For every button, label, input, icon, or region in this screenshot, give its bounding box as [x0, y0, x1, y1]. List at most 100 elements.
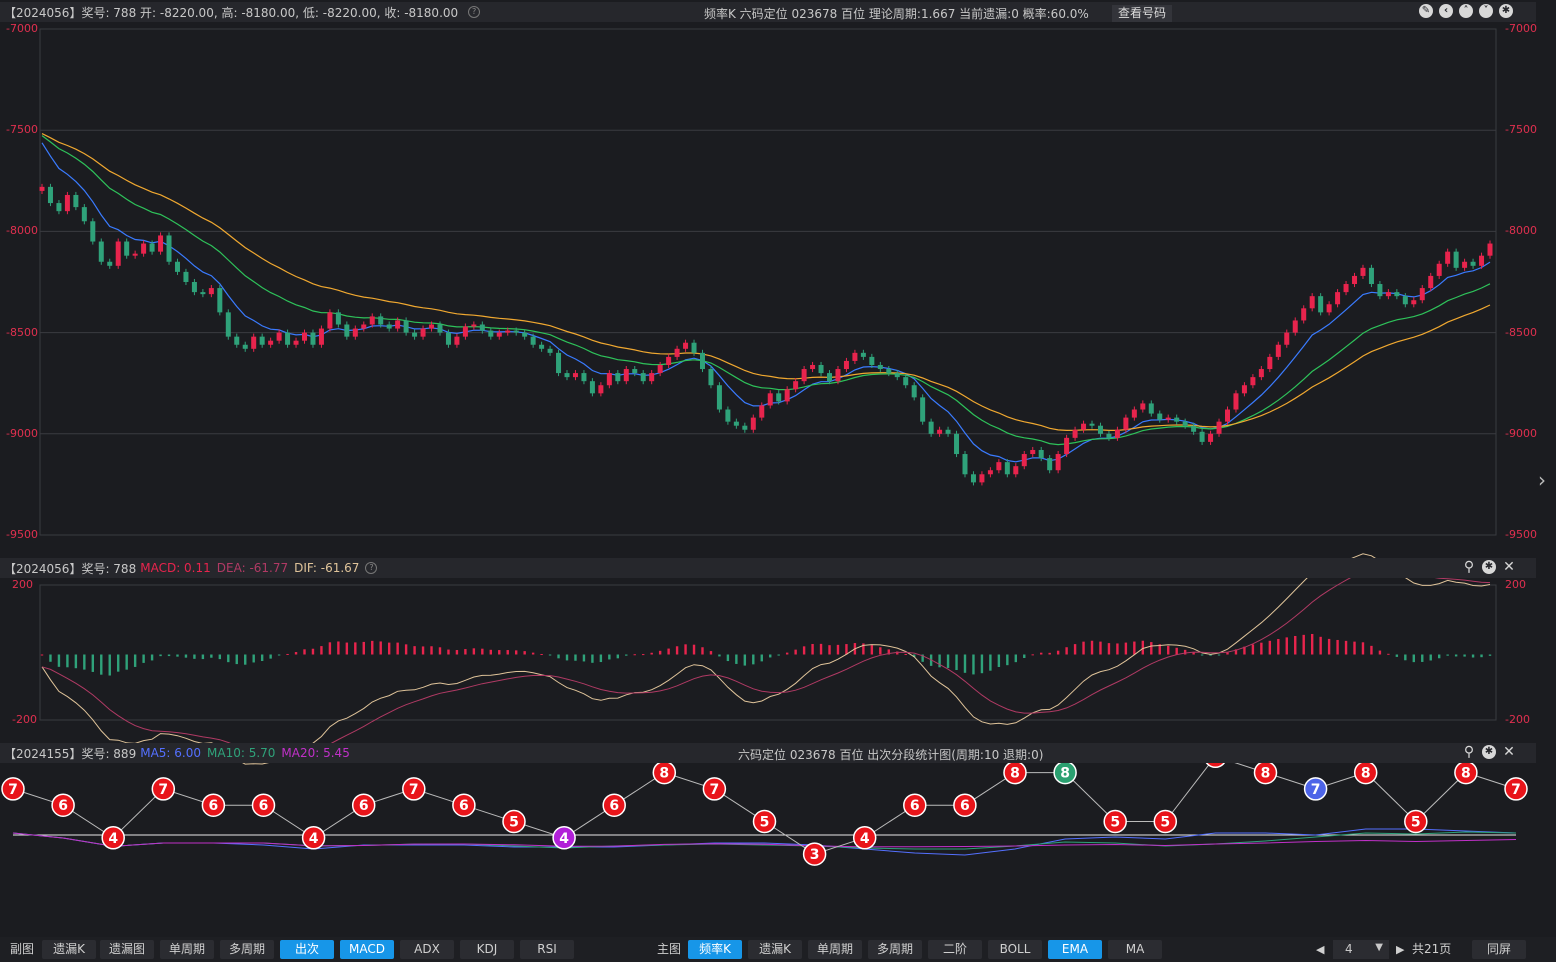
candle-body	[115, 241, 121, 266]
candle-body	[725, 409, 731, 422]
stats-ball-label: 7	[1311, 782, 1321, 798]
candle-body	[1148, 403, 1154, 414]
macd-histogram-bar	[244, 654, 247, 665]
macd-histogram-bar	[201, 654, 205, 660]
macd-histogram-bar	[57, 654, 61, 667]
macd-histogram-bar	[1454, 654, 1458, 657]
macd-y-tick-right: -200	[1505, 713, 1530, 726]
macd-histogram-bar	[159, 654, 162, 657]
stats-ball-label: 8	[659, 766, 669, 782]
stats-ball-label: 6	[359, 798, 369, 814]
macd-histogram-bar	[252, 654, 255, 663]
macd-histogram-bar	[574, 654, 577, 661]
sub-chart-button-3[interactable]: 多周期	[220, 940, 274, 959]
stats-ball-label: 8	[1361, 766, 1371, 782]
main-chart-button-0[interactable]: 频率K	[688, 940, 742, 959]
candle-body	[141, 243, 147, 254]
macd-histogram-bar	[1336, 639, 1339, 655]
sub-chart-button-2[interactable]: 单周期	[160, 940, 214, 959]
candle-body	[589, 381, 595, 394]
ema-short-line	[41, 142, 1491, 463]
main-chart-button-3[interactable]: 多周期	[868, 940, 922, 959]
macd-histogram-bar	[565, 654, 569, 661]
candle-body	[1402, 296, 1408, 305]
macd-histogram-bar	[1065, 647, 1068, 655]
sub-chart-button-5[interactable]: MACD	[340, 940, 394, 959]
pin-icon[interactable]: ⚲	[1462, 560, 1476, 574]
main-chart-button-2[interactable]: 单周期	[808, 940, 862, 959]
main-chart-button-5[interactable]: BOLL	[988, 940, 1042, 959]
macd-histogram-bar	[1421, 654, 1424, 662]
prev-page-icon[interactable]: ◀	[1316, 940, 1324, 959]
stats-ball-label: 7	[8, 782, 18, 798]
macd-histogram-bar	[438, 647, 442, 655]
sub-chart-button-6[interactable]: ADX	[400, 940, 454, 959]
candle-body	[649, 373, 655, 382]
close-icon[interactable]: ✕	[1502, 560, 1516, 574]
macd-histogram-bar	[836, 644, 840, 655]
candle-body	[344, 324, 350, 337]
macd-histogram-bar	[387, 642, 391, 655]
candle-body	[801, 369, 807, 382]
main-chart-button-1[interactable]: 遗漏K	[748, 940, 802, 959]
page-select[interactable]: 4 ▼	[1333, 940, 1389, 959]
sub-chart-button-1[interactable]: 遗漏图	[100, 940, 154, 959]
sub-chart-button-7[interactable]: KDJ	[460, 940, 514, 959]
candle-body	[1216, 421, 1222, 434]
stats-ball-label: 7	[158, 782, 168, 798]
macd-histogram-bar	[523, 651, 526, 655]
close-icon[interactable]: ✕	[1502, 745, 1516, 759]
pin-icon[interactable]: ⚲	[1462, 745, 1476, 759]
macd-histogram-bar	[1268, 640, 1272, 655]
macd-histogram-bar	[752, 654, 755, 665]
macd-histogram-bar	[777, 654, 780, 656]
candle-body	[1038, 449, 1044, 459]
candle-body	[327, 312, 333, 329]
macd-histogram-bar	[701, 647, 704, 655]
macd-histogram-bar	[1014, 654, 1018, 663]
gear-icon[interactable]: ✱	[1482, 745, 1496, 759]
macd-histogram-bar	[277, 654, 281, 656]
arrow-right-icon[interactable]: ›	[1538, 468, 1546, 492]
macd-value: MACD: 0.11	[140, 561, 211, 575]
candle-body	[1326, 304, 1332, 313]
macd-histogram-bar	[709, 651, 713, 655]
help-icon[interactable]: ?	[365, 562, 378, 574]
sub-chart-button-4[interactable]: 出次	[280, 940, 334, 959]
candle-body	[1352, 275, 1358, 285]
same-screen-button[interactable]: 同屏	[1472, 940, 1526, 959]
sub-chart-button-8[interactable]: RSI	[520, 940, 574, 959]
main-chart-button-6[interactable]: EMA	[1048, 940, 1102, 959]
candle-body	[699, 352, 705, 370]
macd-histogram-bar	[548, 654, 552, 656]
candle-body	[530, 336, 536, 345]
main-chart-button-7[interactable]: MA	[1108, 940, 1162, 959]
gear-icon[interactable]: ✱	[1482, 560, 1496, 574]
dea-value: DEA: -61.77	[216, 561, 289, 575]
macd-histogram-bar	[870, 645, 874, 655]
candle-body	[505, 330, 511, 333]
candle-body	[793, 381, 799, 390]
macd-histogram-bar	[362, 641, 365, 655]
candle-body	[437, 324, 443, 333]
macd-histogram-bar	[743, 654, 747, 666]
next-page-icon[interactable]: ▶	[1396, 940, 1404, 959]
macd-histogram-bar	[1294, 635, 1297, 655]
candle-body	[979, 474, 985, 483]
candle-body	[1004, 462, 1010, 475]
macd-histogram-bar	[955, 654, 958, 671]
candle-body	[1453, 251, 1459, 268]
stats-ball-label: 4	[559, 831, 569, 847]
sub-chart-button-0[interactable]: 遗漏K	[42, 940, 96, 959]
candle-body	[445, 332, 451, 345]
candle-body	[860, 352, 866, 357]
macd-histogram-bar	[421, 646, 425, 655]
candle-body	[1174, 417, 1180, 422]
candle-body	[1267, 356, 1273, 370]
candle-body	[708, 369, 714, 386]
macd-histogram-bar	[371, 640, 374, 655]
macd-histogram-bar	[1023, 654, 1026, 658]
main-chart-button-4[interactable]: 二阶	[928, 940, 982, 959]
macd-histogram-bar	[269, 654, 272, 659]
candle-body	[124, 241, 130, 256]
